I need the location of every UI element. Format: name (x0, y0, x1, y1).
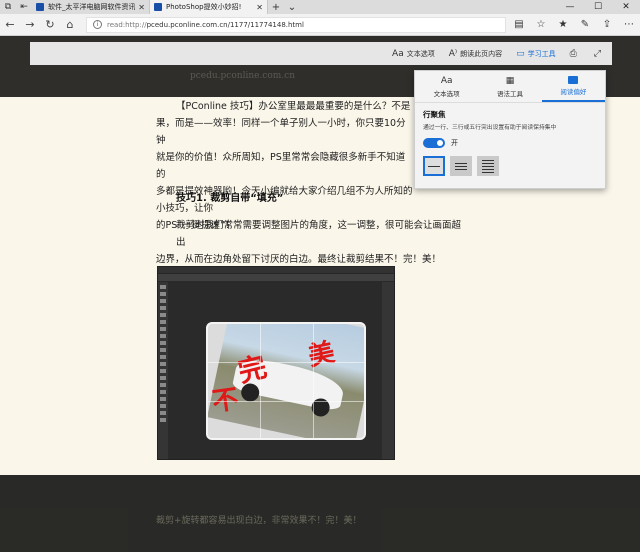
article-source: pcedu.pconline.com.cn (190, 71, 295, 81)
text-options-icon: Aa (392, 48, 404, 59)
tab-reading-preferences[interactable]: 阅读偏好 (541, 71, 605, 102)
line-focus-description: 通过一行、三行或五行突出设置有助于阅读保持集中 (423, 125, 557, 131)
new-tab-icon[interactable]: + (268, 0, 284, 14)
ps-canvas: 不 完 美 (168, 282, 382, 459)
tab-label: PhotoShop提效小妙招! (166, 3, 242, 11)
intro-paragraph: 【PConline 技巧】办公室里最最最重要的是什么？不是 果，而是——效率！同… (156, 98, 414, 234)
crop-grid-line (260, 324, 261, 438)
crop-grid-line (313, 324, 314, 438)
window-controls: — ☐ ✕ (556, 0, 640, 14)
text-options-label: 文本选项 (406, 49, 435, 58)
nav-right-actions: ▤ ☆ ★ ✎ ⇪ ⋯ (508, 19, 640, 30)
tab-2[interactable]: PhotoShop提效小妙招! ✕ (150, 0, 268, 14)
read-aloud-button[interactable]: A⁾ 朗读此页内容 (449, 49, 502, 59)
crop-box: 不 完 美 (206, 322, 366, 440)
info-icon[interactable]: i (93, 20, 102, 29)
ps-toolbox (158, 282, 168, 459)
text-line: 裁剪时我们常常需要调整图片的角度，这一调整，很可能会让画面超出 (176, 220, 462, 248)
five-line-option[interactable] (477, 156, 499, 176)
learning-tools-icon: ▭ (516, 48, 525, 59)
text-size-icon: Aa (440, 75, 453, 86)
grammar-icon: ▦ (505, 75, 515, 86)
one-line-option[interactable] (423, 156, 445, 176)
tab-text-options[interactable]: Aa 文本选项 (415, 71, 478, 102)
line-focus-heading: 行聚焦 (423, 110, 446, 119)
fullscreen-button[interactable]: ⤢ (594, 49, 604, 59)
navigation-bar: ← → ↻ ⌂ i read:http:// pcedu.pconline.co… (0, 14, 640, 36)
tab-1[interactable]: 软件_太平洋电脑网软件资讯 ✕ (32, 0, 150, 14)
learning-tools-label: 学习工具 (527, 49, 556, 58)
crop-grid-line (208, 401, 364, 402)
more-icon[interactable]: ⋯ (618, 19, 640, 30)
tab-grammar-tools[interactable]: ▦ 语法工具 (478, 71, 541, 102)
favorite-star-icon[interactable]: ☆ (530, 19, 552, 30)
flyout-tabs: Aa 文本选项 ▦ 语法工具 阅读偏好 (415, 71, 605, 103)
print-icon: ⎙ (569, 48, 577, 59)
address-bar[interactable]: i read:http:// pcedu.pconline.com.cn/117… (86, 16, 506, 33)
ps-side-panel (382, 282, 394, 459)
line-focus-toggle-row: 开 (423, 138, 597, 148)
tab-label: 文本选项 (433, 89, 460, 98)
forward-icon[interactable]: → (20, 18, 40, 31)
ps-menubar (158, 267, 394, 274)
toggle-label: 开 (451, 139, 458, 147)
tab-bar: ⧉ ⇤ 软件_太平洋电脑网软件资讯 ✕ PhotoShop提效小妙招! ✕ + … (0, 0, 640, 14)
close-icon[interactable]: ✕ (612, 0, 640, 14)
tab-dropdown-icon[interactable]: ⌄ (284, 0, 300, 14)
share-icon[interactable]: ⇪ (596, 19, 618, 30)
back-tabs-icon[interactable]: ⇤ (16, 0, 32, 14)
minimize-icon[interactable]: — (556, 0, 584, 14)
read-aloud-label: 朗读此页内容 (460, 49, 503, 58)
text-options-button[interactable]: Aa 文本选项 (392, 49, 435, 59)
learning-tools-button[interactable]: ▭ 学习工具 (516, 49, 556, 59)
toggle-knob (437, 140, 443, 146)
reading-view-icon[interactable]: ▤ (508, 19, 530, 30)
flyout-body: 行聚焦 通过一行、三行或五行突出设置有助于阅读保持集中 开 (415, 103, 605, 182)
three-line-option[interactable] (450, 156, 472, 176)
crop-grid-line (208, 362, 364, 363)
line-focus-toggle[interactable] (423, 138, 445, 148)
tab-label: 软件_太平洋电脑网软件资讯 (48, 3, 136, 11)
line-count-options (423, 156, 597, 176)
tab-label: 语法工具 (496, 89, 523, 98)
notes-icon[interactable]: ✎ (574, 19, 596, 30)
ps-options-bar (158, 274, 394, 282)
maximize-icon[interactable]: ☐ (584, 0, 612, 14)
tab-preview-icon[interactable]: ⧉ (0, 0, 16, 14)
tab-close-icon[interactable]: ✕ (256, 3, 263, 12)
learning-tools-flyout: Aa 文本选项 ▦ 语法工具 阅读偏好 行聚焦 通过一行、三行或五行突出设置有助… (414, 70, 606, 189)
address-prefix: read:http:// (107, 20, 147, 29)
print-button[interactable]: ⎙ (570, 49, 580, 59)
crop-paragraph: 裁剪时我们常常需要调整图片的角度，这一调整，很可能会让画面超出 边界，从而在边角… (156, 217, 466, 268)
stamp-text: 不 (210, 384, 241, 418)
text-line: 果，而是——效率！同样一个单子别人一小时，你只要10分钟 (156, 118, 406, 146)
refresh-icon[interactable]: ↻ (40, 18, 60, 31)
reading-toolbar: Aa 文本选项 A⁾ 朗读此页内容 ▭ 学习工具 ⎙ ⤢ (30, 42, 612, 65)
address-url: pcedu.pconline.com.cn/1177/11774148.html (146, 20, 304, 29)
read-aloud-icon: A⁾ (448, 48, 458, 59)
text-line: 就是你的价值！众所周知，PS里常常会隐藏很多新手不知道的 (156, 152, 406, 180)
reading-preferences-icon (568, 75, 579, 84)
text-line: 【PConline 技巧】办公室里最最最重要的是什么？不是 (176, 101, 411, 112)
home-icon[interactable]: ⌂ (60, 18, 80, 31)
tab-label: 阅读偏好 (560, 87, 587, 96)
photoshop-screenshot: 不 完 美 (157, 266, 395, 460)
favicon-icon (36, 3, 44, 11)
back-icon[interactable]: ← (0, 18, 20, 31)
dimmed-paragraph: 裁剪+旋转都容易出现白边，非常效果不！完！美！ (156, 516, 362, 526)
section-heading: 技巧1. 裁剪自带“填充” (176, 193, 284, 204)
favorites-hub-icon[interactable]: ★ (552, 19, 574, 30)
tab-close-icon[interactable]: ✕ (138, 3, 145, 12)
favicon-icon (154, 3, 162, 11)
fullscreen-icon: ⤢ (593, 48, 601, 59)
